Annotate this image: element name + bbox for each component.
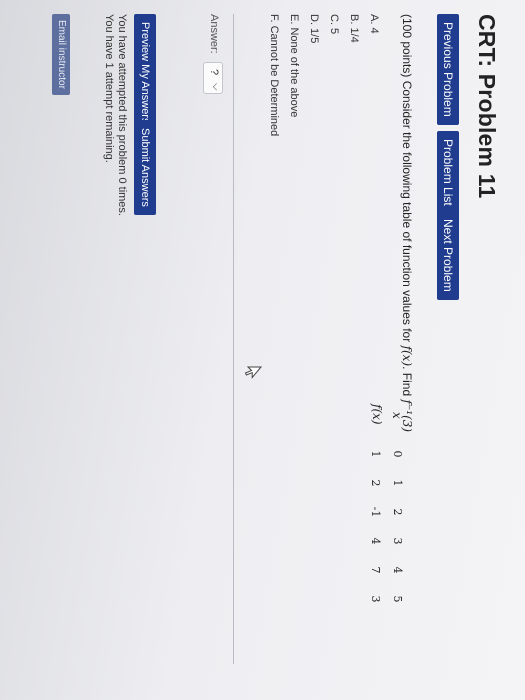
table-x-cell: 2 <box>391 508 404 516</box>
mouse-pointer-icon <box>244 366 262 379</box>
table-x-label: x <box>390 412 404 419</box>
table-x-cell: 1 <box>391 479 404 487</box>
table-fx-cell: 7 <box>369 566 382 574</box>
table-x-cell: 0 <box>391 450 404 458</box>
choice-b: B. 1/4 <box>348 14 360 43</box>
table-x-cell: 3 <box>391 537 404 545</box>
problem-statement: (100 points) Consider the following tabl… <box>400 14 414 432</box>
find-text: . Find <box>400 366 414 397</box>
attempt-status: You have attempted this problem 0 times.… <box>102 14 128 216</box>
preview-answers-button[interactable]: Preview My Answers <box>134 14 156 132</box>
choice-e: E. None of the above <box>288 14 300 118</box>
remaining-text: You have 1 attempt remaining. <box>103 14 115 163</box>
problem-page: CRT: Problem 11 Previous Problem Problem… <box>20 14 500 694</box>
previous-problem-button[interactable]: Previous Problem <box>437 14 459 125</box>
points-label: (100 points) <box>400 14 414 78</box>
answer-select[interactable]: ? ⌵ <box>203 62 223 94</box>
choice-f: F. Cannot be Determined <box>268 14 280 137</box>
next-problem-button[interactable]: Next Problem <box>437 211 459 300</box>
answer-selected-value: ? <box>208 69 220 76</box>
answer-label: Answer: <box>208 14 220 54</box>
choice-c: C. 5 <box>328 14 340 35</box>
attempted-text: You have attempted this problem 0 times. <box>116 14 128 216</box>
chevron-down-icon: ⌵ <box>210 83 221 91</box>
fx-expression: f(x) <box>400 345 414 367</box>
prompt-text: Consider the following table of function… <box>400 80 414 343</box>
table-fx-cell: 4 <box>369 537 382 545</box>
page-title: CRT: Problem 11 <box>474 14 500 199</box>
problem-list-button[interactable]: Problem List <box>437 131 459 214</box>
table-fx-cell: 2 <box>369 479 382 487</box>
divider <box>233 14 234 664</box>
table-x-cell: 4 <box>391 566 404 574</box>
submit-answers-button[interactable]: Submit Answers <box>134 120 156 215</box>
table-fx-label: f(x) <box>370 404 384 425</box>
answer-choices: A. 4 B. 1/4 C. 5 D. 1/5 E. None of the a… <box>264 14 384 136</box>
choice-a: A. 4 <box>368 14 380 34</box>
photo-background: CRT: Problem 11 Previous Problem Problem… <box>0 0 525 700</box>
table-fx-cell: 3 <box>369 595 382 603</box>
choice-d: D. 1/5 <box>308 14 320 44</box>
table-fx-cell: 1 <box>369 450 382 458</box>
table-x-cell: 5 <box>391 595 404 603</box>
email-instructor-button[interactable]: Email instructor <box>52 14 70 95</box>
table-fx-cell: -1 <box>369 506 382 518</box>
